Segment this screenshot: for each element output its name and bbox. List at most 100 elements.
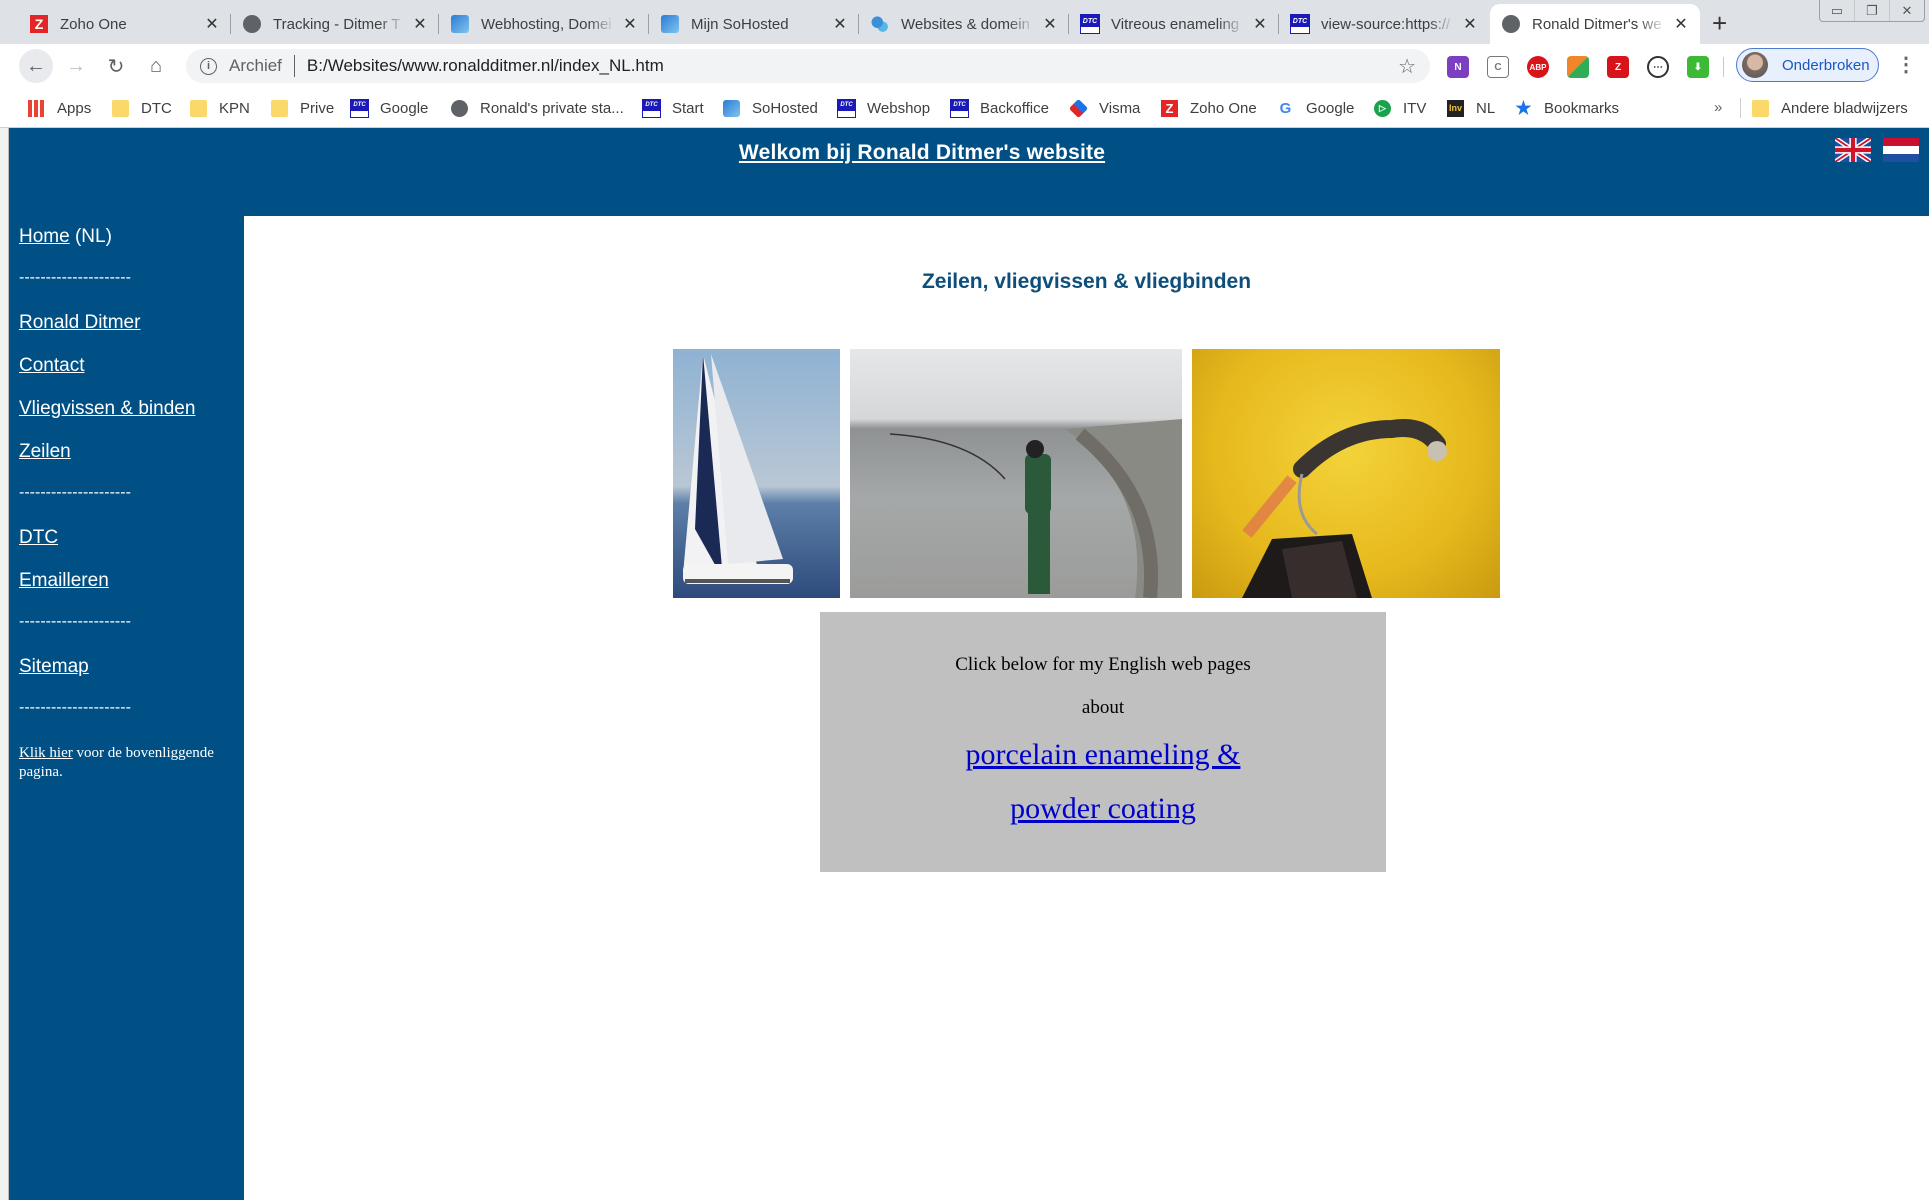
sidebar-separator: --------------------- bbox=[19, 699, 131, 716]
sitemap-link[interactable]: Sitemap bbox=[19, 656, 89, 677]
bookmark-prive-folder[interactable]: Prive bbox=[271, 96, 334, 120]
bookmark-kpn-folder[interactable]: KPN bbox=[190, 96, 250, 120]
bookmark-ronalds-private[interactable]: Ronald's private sta... bbox=[451, 96, 624, 120]
bookmark-label: NL bbox=[1476, 99, 1496, 117]
tab-mijn-sohosted[interactable]: Mijn SoHosted ✕ bbox=[649, 4, 859, 44]
colorful-extension-icon[interactable] bbox=[1567, 56, 1589, 78]
folder-icon bbox=[1752, 99, 1769, 117]
minimize-button[interactable]: ▭ bbox=[1820, 0, 1855, 21]
sidebar-item-zeilen: Zeilen bbox=[19, 441, 71, 463]
close-icon[interactable]: ✕ bbox=[1041, 14, 1059, 34]
powder-coating-link[interactable]: powder coating bbox=[820, 792, 1386, 826]
tab-title: Mijn SoHosted bbox=[691, 15, 789, 33]
home-link[interactable]: Home bbox=[19, 226, 70, 247]
forward-button[interactable]: → bbox=[59, 49, 93, 83]
back-button[interactable]: ← bbox=[19, 49, 53, 83]
info-icon[interactable]: i bbox=[200, 57, 217, 75]
close-icon[interactable]: ✕ bbox=[621, 14, 639, 34]
home-suffix: (NL) bbox=[69, 226, 112, 247]
bookmark-webshop[interactable]: DTC Webshop bbox=[837, 96, 930, 120]
home-button[interactable]: ⌂ bbox=[139, 49, 173, 83]
bookmark-google[interactable]: G Google bbox=[1277, 96, 1355, 120]
close-icon[interactable]: ✕ bbox=[831, 14, 849, 34]
site-title-link[interactable]: Welkom bij Ronald Ditmer's website bbox=[9, 141, 1835, 165]
onenote-extension-icon[interactable]: N bbox=[1447, 56, 1469, 78]
bookmark-bookmarks[interactable]: ★ Bookmarks bbox=[1515, 96, 1619, 120]
bookmark-backoffice[interactable]: DTC Backoffice bbox=[950, 96, 1049, 120]
bookmark-label: Backoffice bbox=[980, 99, 1049, 117]
sidebar-item-ronald-ditmer: Ronald Ditmer bbox=[19, 312, 140, 334]
bookmarks-overflow-button[interactable]: » bbox=[1714, 99, 1722, 116]
dtc-link[interactable]: DTC bbox=[19, 527, 58, 548]
url-text[interactable]: B:/Websites/www.ronaldditmer.nl/index_NL… bbox=[307, 56, 664, 76]
close-window-button[interactable]: ✕ bbox=[1890, 0, 1924, 21]
nl-flag-icon[interactable] bbox=[1883, 138, 1919, 162]
new-tab-button[interactable]: + bbox=[1712, 8, 1727, 39]
tab-title: Zoho One bbox=[60, 15, 127, 33]
browser-toolbar: ← → ↻ ⌂ i Archief B:/Websites/www.ronald… bbox=[0, 44, 1929, 88]
bookmark-label: Visma bbox=[1099, 99, 1141, 117]
zeilen-link[interactable]: Zeilen bbox=[19, 441, 71, 462]
close-icon[interactable]: ✕ bbox=[203, 14, 221, 34]
tab-tracking[interactable]: Tracking - Ditmer T ✕ bbox=[231, 4, 439, 44]
itv-icon: ▷ bbox=[1374, 99, 1391, 117]
close-icon[interactable]: ✕ bbox=[1251, 14, 1269, 34]
english-intro-text: Click below for my English web pages bbox=[955, 654, 1251, 675]
zoho-extension-icon[interactable]: Z bbox=[1607, 56, 1629, 78]
site-info-label[interactable]: Archief bbox=[229, 56, 282, 76]
avatar bbox=[1742, 52, 1768, 78]
tab-zoho-one[interactable]: Z Zoho One ✕ bbox=[18, 4, 231, 44]
bookmark-label: Zoho One bbox=[1190, 99, 1257, 117]
globe-icon bbox=[1502, 15, 1520, 33]
tab-websites-domein[interactable]: Websites & domein ✕ bbox=[859, 4, 1069, 44]
vliegvissen-link[interactable]: Vliegvissen & binden bbox=[19, 398, 195, 419]
reload-button[interactable]: ↻ bbox=[99, 49, 133, 83]
klik-hier-link[interactable]: Klik hier bbox=[19, 745, 73, 761]
bookmark-label: Start bbox=[672, 99, 704, 117]
emailleren-link[interactable]: Emailleren bbox=[19, 570, 109, 591]
download-extension-icon[interactable]: ⬇ bbox=[1687, 56, 1709, 78]
bookmark-nl[interactable]: Inv NL bbox=[1447, 96, 1495, 120]
folder-icon bbox=[112, 99, 129, 117]
english-pages-box: Click below for my English web pages abo… bbox=[820, 612, 1386, 872]
ronald-ditmer-link[interactable]: Ronald Ditmer bbox=[19, 312, 140, 333]
tab-ronald-ditmer-active[interactable]: Ronald Ditmer's we ✕ bbox=[1490, 4, 1700, 44]
dtc-icon: DTC bbox=[642, 98, 661, 118]
bookmark-label: KPN bbox=[219, 99, 250, 117]
globe-icon bbox=[243, 15, 261, 33]
profile-button[interactable]: Onderbroken bbox=[1736, 48, 1879, 82]
bookmark-start[interactable]: DTC Start bbox=[642, 96, 704, 120]
bookmark-other-folder[interactable]: Andere bladwijzers bbox=[1752, 96, 1908, 120]
browser-tab-strip: Z Zoho One ✕ Tracking - Ditmer T ✕ Webho… bbox=[0, 0, 1929, 44]
adblock-plus-extension-icon[interactable]: ABP bbox=[1527, 56, 1549, 78]
contact-link[interactable]: Contact bbox=[19, 355, 84, 376]
address-bar[interactable]: i Archief B:/Websites/www.ronaldditmer.n… bbox=[186, 49, 1430, 83]
bookmark-star-icon[interactable]: ☆ bbox=[1398, 54, 1416, 79]
bookmark-sohosted[interactable]: SoHosted bbox=[723, 96, 818, 120]
globe-icon bbox=[451, 99, 468, 117]
chat-extension-icon[interactable]: ⋯ bbox=[1647, 56, 1669, 78]
close-icon[interactable]: ✕ bbox=[411, 14, 429, 34]
sidebar-item-dtc: DTC bbox=[19, 527, 58, 549]
bookmark-apps[interactable]: Apps bbox=[28, 96, 91, 120]
bookmark-visma[interactable]: Visma bbox=[1068, 96, 1141, 120]
sidebar-item-home: Home (NL) bbox=[19, 226, 112, 248]
arrow-left-icon: ← bbox=[26, 54, 46, 77]
tab-vitreous-enameling[interactable]: DTC Vitreous enameling ✕ bbox=[1069, 4, 1279, 44]
close-icon[interactable]: ✕ bbox=[1461, 14, 1479, 34]
parent-page-note: Klik hier voor de bovenliggende pagina. bbox=[19, 744, 244, 782]
bookmark-google-dtc[interactable]: DTC Google bbox=[350, 96, 428, 120]
bookmark-dtc-folder[interactable]: DTC bbox=[112, 96, 172, 120]
restore-button[interactable]: ❐ bbox=[1855, 0, 1890, 21]
calendar-extension-icon[interactable]: C bbox=[1487, 56, 1509, 78]
dtc-icon: DTC bbox=[950, 98, 969, 118]
fly-tying-photo bbox=[1192, 349, 1500, 598]
close-icon[interactable]: ✕ bbox=[1672, 14, 1690, 34]
bookmark-itv[interactable]: ▷ ITV bbox=[1374, 96, 1426, 120]
tab-webhosting[interactable]: Webhosting, Domei ✕ bbox=[439, 4, 649, 44]
tab-view-source[interactable]: DTC view-source:https:// ✕ bbox=[1279, 4, 1489, 44]
uk-flag-icon[interactable] bbox=[1835, 138, 1871, 162]
porcelain-enameling-link[interactable]: porcelain enameling & bbox=[820, 738, 1386, 772]
bookmark-zoho-one[interactable]: Z Zoho One bbox=[1161, 96, 1257, 120]
menu-kebab-icon[interactable]: ⋮ bbox=[1896, 52, 1916, 77]
